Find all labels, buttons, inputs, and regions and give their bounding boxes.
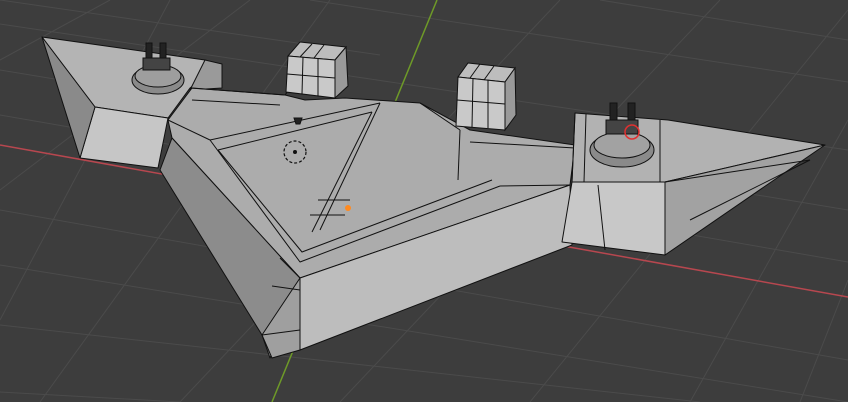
turret-left-housing — [142, 57, 171, 71]
left-wing-front-face — [79, 106, 169, 169]
turret-right-base-top — [593, 131, 651, 159]
3d-viewport[interactable] — [0, 0, 848, 402]
right-wing[interactable] — [561, 112, 826, 256]
turret-right-housing — [605, 119, 639, 135]
light-object-icon[interactable] — [293, 117, 303, 125]
tower-block-right[interactable] — [455, 62, 517, 132]
object-origin-dot-icon[interactable] — [345, 205, 351, 211]
tower-block-left[interactable] — [285, 41, 349, 100]
right-wing-front-face — [561, 181, 666, 256]
viewport-scene[interactable] — [0, 0, 848, 402]
empty-object-center-icon — [293, 150, 297, 154]
